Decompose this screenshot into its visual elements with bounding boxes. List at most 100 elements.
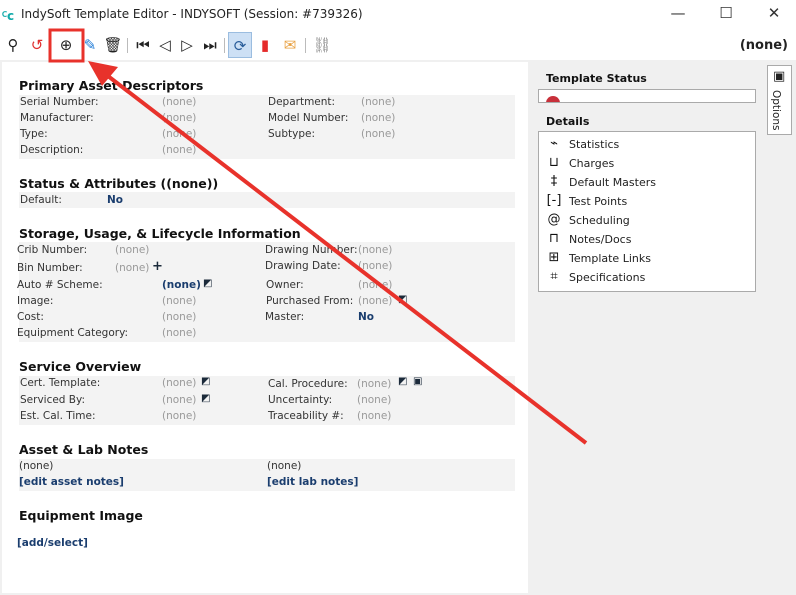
link-icon[interactable]: ⛓	[312, 35, 332, 55]
field-label: Manufacturer:	[20, 112, 94, 124]
masters-icon: ‡	[550, 174, 558, 189]
refresh-icon[interactable]: ⟳	[228, 32, 252, 58]
open-link-icon[interactable]: ◩	[201, 393, 210, 404]
edit-icon[interactable]: ✎	[80, 35, 100, 55]
history-icon[interactable]: ↺	[27, 35, 47, 55]
add-icon[interactable]: ⊕	[56, 35, 76, 55]
field-value[interactable]: (none)	[162, 377, 196, 389]
field-value[interactable]: (none)	[162, 327, 196, 339]
title-bar: ꟲc IndySoft Template Editor - INDYSOFT (…	[0, 0, 796, 30]
app-logo-icon: ꟲc	[2, 9, 15, 23]
first-icon[interactable]: ⏮	[133, 35, 153, 55]
section-image-title: Equipment Image	[19, 508, 143, 523]
field-value[interactable]: (none)	[361, 96, 395, 108]
field-value[interactable]: (none)	[358, 244, 392, 256]
minimize-button[interactable]: —	[663, 4, 693, 24]
field-value[interactable]: (none)	[162, 144, 196, 156]
details-item-specifications[interactable]: ⌗ Specifications	[545, 269, 745, 288]
section-primary-title: Primary Asset Descriptors	[19, 78, 204, 93]
side-panel: Template Status Details ⌁ Statistics ⊔ Cha…	[530, 62, 764, 593]
field-value[interactable]: (none)	[358, 260, 392, 272]
add-select-image-link[interactable]: [add/select]	[17, 537, 88, 549]
field-value[interactable]: (none)	[162, 128, 196, 140]
close-button[interactable]: ✕	[759, 4, 789, 24]
add-bin-icon[interactable]: +	[152, 259, 163, 274]
field-label: Model Number:	[268, 112, 349, 124]
last-icon[interactable]: ⏭	[200, 35, 220, 55]
charges-icon: ⊔	[548, 155, 560, 170]
field-value[interactable]: (none)	[358, 295, 392, 307]
field-label: Bin Number:	[17, 262, 83, 274]
field-value[interactable]: (none)	[357, 410, 391, 422]
grid-icon: ⊞	[548, 250, 560, 265]
crop-icon: ⌗	[550, 269, 558, 284]
book-icon: ⊓	[548, 231, 560, 246]
field-label: Equipment Category:	[17, 327, 129, 339]
details-item-statistics[interactable]: ⌁ Statistics	[545, 136, 745, 155]
default-value[interactable]: No	[107, 194, 123, 206]
field-label: Serial Number:	[20, 96, 99, 108]
section-storage-title: Storage, Usage, & Lifecycle Information	[19, 226, 301, 241]
bookmark-icon[interactable]: ▮	[255, 35, 275, 55]
open-link-icon[interactable]: ◩	[398, 376, 407, 387]
field-label: Cost:	[17, 311, 44, 323]
field-value[interactable]: (none)	[357, 394, 391, 406]
field-value[interactable]: (none)	[162, 410, 196, 422]
maximize-button[interactable]: ☐	[711, 4, 741, 24]
template-details-panel: Primary Asset Descriptors Serial Number:…	[2, 62, 528, 593]
email-icon[interactable]: ✉	[280, 35, 300, 55]
master-value[interactable]: No	[358, 311, 374, 323]
field-label: Master:	[265, 311, 305, 323]
field-value[interactable]: (none)	[115, 244, 149, 256]
field-value[interactable]: (none)	[115, 262, 149, 274]
field-label: Owner:	[266, 279, 304, 291]
open-link-icon[interactable]: ◩	[201, 376, 210, 387]
open-link-icon[interactable]: ◩	[203, 278, 212, 289]
next-icon[interactable]: ▷	[177, 35, 197, 55]
current-record-label: (none)	[739, 38, 788, 53]
field-label: Drawing Number:	[265, 244, 358, 256]
details-item-charges[interactable]: ⊔ Charges	[545, 155, 745, 174]
field-value[interactable]: (none)	[162, 96, 196, 108]
details-item-default-masters[interactable]: ‡ Default Masters	[545, 174, 745, 193]
field-label: Type:	[20, 128, 48, 140]
field-value[interactable]: (none)	[162, 311, 196, 323]
field-value[interactable]: (none)	[358, 279, 392, 291]
details-list: ⌁ Statistics ⊔ Charges ‡ Default Masters [-…	[538, 131, 756, 292]
window-title: IndySoft Template Editor - INDYSOFT (Ses…	[21, 7, 363, 21]
stop-status-icon	[546, 96, 560, 102]
field-label: Est. Cal. Time:	[20, 410, 96, 422]
auto-scheme-value[interactable]: (none)	[162, 279, 201, 291]
field-value[interactable]: (none)	[162, 394, 196, 406]
edit-asset-notes-link[interactable]: [edit asset notes]	[19, 476, 124, 488]
template-status-box	[538, 89, 756, 103]
field-label: Auto # Scheme:	[17, 279, 103, 291]
search-icon[interactable]: ⚲	[3, 35, 23, 55]
previous-icon[interactable]: ◁	[155, 35, 175, 55]
details-item-scheduling[interactable]: @ Scheduling	[545, 212, 745, 231]
section-status-title: Status & Attributes ((none))	[19, 176, 219, 191]
field-label: Uncertainty:	[268, 394, 333, 406]
field-value[interactable]: (none)	[361, 128, 395, 140]
details-item-notes-docs[interactable]: ⊓ Notes/Docs	[545, 231, 745, 250]
delete-icon[interactable]: 🗑	[103, 35, 123, 55]
edit-lab-notes-link[interactable]: [edit lab notes]	[267, 476, 358, 488]
lab-notes-text: (none)	[267, 460, 302, 472]
options-tab[interactable]: ▣ Options	[767, 65, 792, 135]
field-value[interactable]: (none)	[357, 378, 391, 390]
field-value[interactable]: (none)	[162, 112, 196, 124]
open-link-icon[interactable]: ◩	[398, 294, 407, 305]
open-procedure-icon[interactable]: ▣	[413, 376, 422, 387]
field-label: Image:	[17, 295, 54, 307]
paperclip-icon: @	[547, 212, 561, 227]
field-label: Department:	[268, 96, 336, 108]
details-item-template-links[interactable]: ⊞ Template Links	[545, 250, 745, 269]
field-value[interactable]: (none)	[361, 112, 395, 124]
field-label: Default:	[20, 194, 62, 206]
field-label: Subtype:	[268, 128, 315, 140]
asset-notes-text: (none)	[19, 460, 54, 472]
field-value[interactable]: (none)	[162, 295, 196, 307]
options-icon: ▣	[773, 69, 786, 84]
template-status-title: Template Status	[546, 72, 647, 85]
details-item-test-points[interactable]: [-] Test Points	[545, 193, 745, 212]
